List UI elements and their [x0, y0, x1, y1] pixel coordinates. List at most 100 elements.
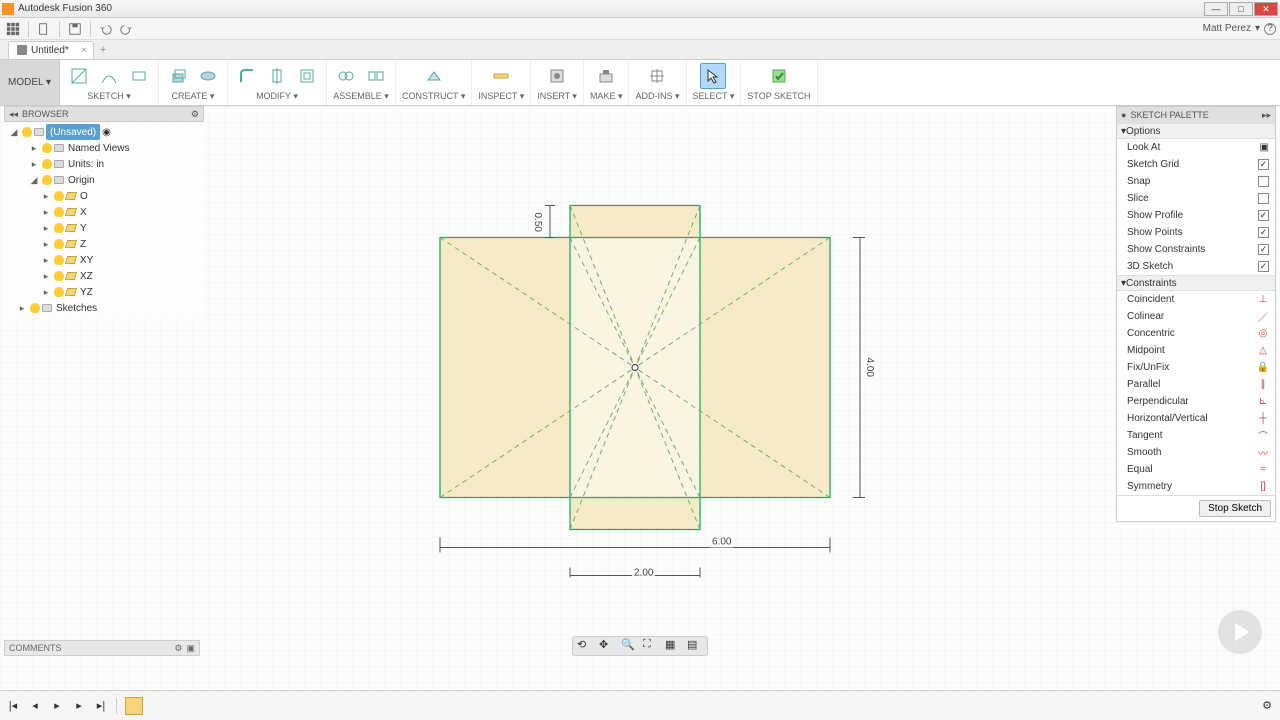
gear-icon[interactable]: ⚙: [174, 643, 182, 654]
timeline-play-icon[interactable]: ▸: [50, 699, 64, 713]
save-icon[interactable]: [66, 20, 84, 38]
sketch-arc-icon[interactable]: [96, 63, 122, 89]
bulb-icon[interactable]: [42, 175, 52, 185]
bulb-icon[interactable]: [54, 287, 64, 297]
constraint-item[interactable]: Coincident⊥: [1117, 291, 1275, 308]
tree-item[interactable]: ▸Units: in: [4, 156, 204, 172]
dimension-height[interactable]: 4.00: [862, 357, 877, 376]
addins-icon[interactable]: [644, 63, 670, 89]
maximize-button[interactable]: □: [1229, 2, 1253, 16]
group-label[interactable]: STOP SKETCH: [747, 91, 810, 101]
timeline-back-icon[interactable]: ◂: [28, 699, 42, 713]
bulb-icon[interactable]: [54, 223, 64, 233]
measure-icon[interactable]: [488, 63, 514, 89]
palette-option[interactable]: Show Points✓: [1117, 224, 1275, 241]
radio-icon[interactable]: ◉: [102, 127, 111, 138]
stop-sketch-icon[interactable]: [766, 63, 792, 89]
bulb-icon[interactable]: [42, 159, 52, 169]
pan-icon[interactable]: ✥: [599, 638, 615, 654]
options-section[interactable]: ▾ Options: [1117, 123, 1275, 139]
group-label[interactable]: MAKE ▾: [590, 91, 623, 102]
minimize-button[interactable]: —: [1204, 2, 1228, 16]
redo-icon[interactable]: [117, 20, 135, 38]
insert-decal-icon[interactable]: [544, 63, 570, 89]
palette-option[interactable]: Show Profile✓: [1117, 207, 1275, 224]
bulb-icon[interactable]: [54, 191, 64, 201]
constraint-item[interactable]: Colinear／: [1117, 308, 1275, 325]
group-label[interactable]: CREATE ▾: [172, 91, 215, 102]
joint-icon[interactable]: [333, 63, 359, 89]
user-menu[interactable]: Matt Perez▾ ?: [1203, 23, 1276, 35]
expand-icon[interactable]: ▣: [186, 643, 195, 654]
tree-item[interactable]: ▸O: [4, 188, 204, 204]
close-tab-icon[interactable]: ×: [81, 45, 87, 56]
constraints-section[interactable]: ▾ Constraints: [1117, 275, 1275, 291]
play-overlay-button[interactable]: [1218, 610, 1262, 654]
new-file-icon[interactable]: [35, 20, 53, 38]
fit-icon[interactable]: ⛶: [643, 638, 659, 654]
constraint-item[interactable]: Perpendicular⊾: [1117, 393, 1275, 410]
bulb-icon[interactable]: [54, 255, 64, 265]
palette-option[interactable]: Look At▣: [1117, 139, 1275, 156]
construct-plane-icon[interactable]: [421, 63, 447, 89]
group-label[interactable]: INSERT ▾: [537, 91, 577, 102]
timeline-feature-icon[interactable]: [125, 697, 143, 715]
fillet-icon[interactable]: [234, 63, 260, 89]
undo-icon[interactable]: [97, 20, 115, 38]
tree-item[interactable]: ◢Origin: [4, 172, 204, 188]
checkbox[interactable]: ✓: [1258, 210, 1269, 221]
group-label[interactable]: MODIFY ▾: [256, 91, 298, 102]
browser-header[interactable]: ◂◂ BROWSER ⚙: [4, 106, 204, 122]
display-icon[interactable]: ▦: [665, 638, 681, 654]
tree-item[interactable]: ▸Sketches: [4, 300, 204, 316]
group-label[interactable]: SKETCH ▾: [87, 91, 131, 102]
tree-item[interactable]: ▸XY: [4, 252, 204, 268]
checkbox[interactable]: ✓: [1258, 244, 1269, 255]
sketch-line-icon[interactable]: [66, 63, 92, 89]
layout-icon[interactable]: ▤: [687, 638, 703, 654]
checkbox[interactable]: ✓: [1258, 227, 1269, 238]
stop-sketch-button[interactable]: Stop Sketch: [1199, 500, 1271, 517]
add-tab-button[interactable]: +: [100, 44, 106, 56]
group-label[interactable]: SELECT ▾: [693, 91, 735, 102]
lookat-icon[interactable]: ▣: [1260, 142, 1269, 153]
shell-icon[interactable]: [294, 63, 320, 89]
canvas[interactable]: ◂◂ BROWSER ⚙ ◢ (Unsaved) ◉ ▸Named Views▸…: [0, 106, 1280, 690]
palette-option[interactable]: Slice: [1117, 190, 1275, 207]
constraint-item[interactable]: Horizontal/Vertical┼: [1117, 410, 1275, 427]
dimension-width-inner[interactable]: 2.00: [632, 567, 655, 578]
sketch-geometry[interactable]: 6.00 2.00 4.00 0.50: [410, 157, 870, 580]
timeline-fwd-icon[interactable]: ▸: [72, 699, 86, 713]
constraint-item[interactable]: Smooth〰: [1117, 444, 1275, 461]
tree-root[interactable]: ◢ (Unsaved) ◉: [4, 124, 204, 140]
palette-option[interactable]: Snap: [1117, 173, 1275, 190]
orbit-icon[interactable]: ⟲: [577, 638, 593, 654]
group-label[interactable]: CONSTRUCT ▾: [402, 91, 465, 102]
constraint-item[interactable]: Symmetry[]: [1117, 478, 1275, 495]
revolve-icon[interactable]: [195, 63, 221, 89]
constraint-item[interactable]: Tangent⌒: [1117, 427, 1275, 444]
palette-header[interactable]: ●SKETCH PALETTE▸▸: [1117, 107, 1275, 123]
group-label[interactable]: ADD-INS ▾: [635, 91, 679, 102]
tree-item[interactable]: ▸XZ: [4, 268, 204, 284]
bulb-icon[interactable]: [42, 143, 52, 153]
bulb-icon[interactable]: [22, 127, 32, 137]
bulb-icon[interactable]: [54, 271, 64, 281]
close-button[interactable]: ✕: [1254, 2, 1278, 16]
bulb-icon[interactable]: [54, 239, 64, 249]
gear-icon[interactable]: ⚙: [191, 109, 199, 120]
tree-item[interactable]: ▸Z: [4, 236, 204, 252]
checkbox[interactable]: [1258, 193, 1269, 204]
extrude-icon[interactable]: [165, 63, 191, 89]
timeline-end-icon[interactable]: ▸|: [94, 699, 108, 713]
palette-option[interactable]: 3D Sketch✓: [1117, 258, 1275, 275]
dimension-tab[interactable]: 0.50: [530, 212, 545, 231]
group-label[interactable]: INSPECT ▾: [478, 91, 524, 102]
timeline-settings-icon[interactable]: ⚙: [1260, 699, 1274, 713]
bulb-icon[interactable]: [30, 303, 40, 313]
help-icon[interactable]: ?: [1264, 23, 1276, 35]
sketch-rect-icon[interactable]: [126, 63, 152, 89]
tree-item[interactable]: ▸X: [4, 204, 204, 220]
bulb-icon[interactable]: [54, 207, 64, 217]
comments-bar[interactable]: COMMENTS ⚙ ▣: [4, 640, 200, 656]
